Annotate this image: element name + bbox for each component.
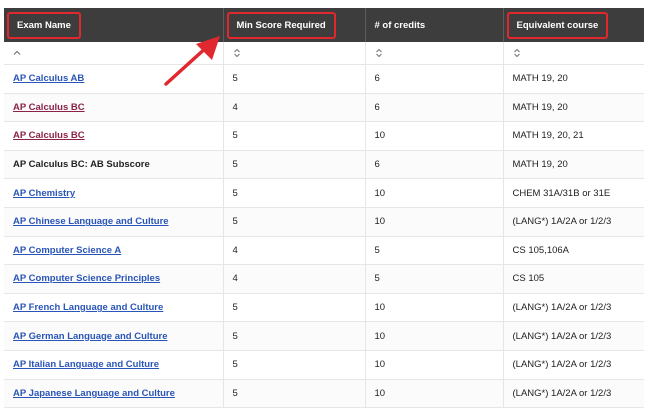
exam-link[interactable]: AP Chemistry <box>13 188 75 199</box>
cell-equivalent-course: MATH 19, 20 <box>503 93 644 123</box>
exam-credit-table: Exam Name Min Score Required # of credit… <box>4 8 644 409</box>
cell-exam-name: AP Calculus AB <box>4 64 224 94</box>
cell-credits: 5 <box>365 236 504 266</box>
header-highlight-box: Exam Name <box>7 11 81 39</box>
cell-min-score: 5 <box>223 207 366 237</box>
cell-exam-name: AP Computer Science A <box>4 236 224 266</box>
sort-controls-row <box>4 42 644 65</box>
exam-link[interactable]: AP Italian Language and Culture <box>13 359 159 370</box>
cell-exam-name: AP Chemistry <box>4 178 224 208</box>
cell-credits: 10 <box>365 207 504 237</box>
cell-exam-name: AP Japanese Language and Culture <box>4 379 224 409</box>
table-row: AP Japanese Language and Culture 5 10 (LANG… <box>4 379 644 409</box>
table-row: AP German Language and Culture 5 10 (LANG*)… <box>4 321 644 351</box>
column-header-exam-name[interactable]: Exam Name <box>4 8 224 42</box>
cell-exam-name: AP Calculus BC: AB Subscore <box>4 150 224 180</box>
column-header-credits[interactable]: # of credits <box>365 8 504 42</box>
exam-link[interactable]: AP French Language and Culture <box>13 302 163 313</box>
sort-control-credits[interactable] <box>365 42 504 65</box>
cell-credits: 6 <box>365 93 504 123</box>
page: Exam Name Min Score Required # of credit… <box>0 0 658 415</box>
table-row: AP Calculus BC: AB Subscore 5 6 MATH 19, 20 <box>4 150 644 180</box>
cell-credits: 10 <box>365 178 504 208</box>
cell-credits: 5 <box>365 264 504 294</box>
cell-min-score: 5 <box>223 64 366 94</box>
table-row: AP Italian Language and Culture 5 10 (LANG*… <box>4 350 644 380</box>
sort-control-min-score[interactable] <box>223 42 366 65</box>
exam-link[interactable]: AP Japanese Language and Culture <box>13 388 175 399</box>
cell-equivalent-course: CHEM 31A/31B or 31E <box>503 178 644 208</box>
exam-link[interactable]: AP Calculus AB <box>13 73 84 84</box>
cell-equivalent-course: MATH 19, 20 <box>503 150 644 180</box>
sort-ascending-icon[interactable] <box>12 48 22 58</box>
cell-credits: 10 <box>365 121 504 151</box>
cell-min-score: 5 <box>223 121 366 151</box>
sort-control-exam-name[interactable] <box>4 42 224 65</box>
cell-exam-name: AP Calculus BC <box>4 121 224 151</box>
cell-equivalent-course: MATH 19, 20 <box>503 64 644 94</box>
cell-equivalent-course: (LANG*) 1A/2A or 1/2/3 <box>503 321 644 351</box>
table-row: AP Chemistry 5 10 CHEM 31A/31B or 31E <box>4 178 644 208</box>
cell-equivalent-course: CS 105,106A <box>503 236 644 266</box>
table-row: AP Calculus AB 5 6 MATH 19, 20 <box>4 64 644 94</box>
sort-both-icon[interactable] <box>374 48 384 58</box>
table-header-row: Exam Name Min Score Required # of credit… <box>4 8 644 42</box>
sort-both-icon[interactable] <box>512 48 522 58</box>
column-header-label: Equivalent course <box>516 19 599 31</box>
cell-credits: 10 <box>365 293 504 323</box>
cell-equivalent-course: (LANG*) 1A/2A or 1/2/3 <box>503 293 644 323</box>
exam-name-text: AP Calculus BC: AB Subscore <box>13 159 150 171</box>
table-row: AP Calculus BC 4 6 MATH 19, 20 <box>4 93 644 123</box>
column-header-equivalent-course[interactable]: Equivalent course <box>503 8 644 42</box>
cell-min-score: 5 <box>223 321 366 351</box>
header-highlight-box: Equivalent course <box>506 11 609 39</box>
cell-min-score: 5 <box>223 293 366 323</box>
table-row: AP Calculus BC 5 10 MATH 19, 20, 21 <box>4 121 644 151</box>
exam-link[interactable]: AP Computer Science A <box>13 245 121 256</box>
cell-credits: 6 <box>365 64 504 94</box>
cell-min-score: 5 <box>223 379 366 409</box>
table-body: AP Calculus AB 5 6 MATH 19, 20 AP Calculus B… <box>4 64 644 409</box>
cell-credits: 6 <box>365 150 504 180</box>
sort-both-icon[interactable] <box>232 48 242 58</box>
cell-min-score: 4 <box>223 93 366 123</box>
cell-equivalent-course: MATH 19, 20, 21 <box>503 121 644 151</box>
cell-exam-name: AP Italian Language and Culture <box>4 350 224 380</box>
cell-min-score: 5 <box>223 178 366 208</box>
cell-equivalent-course: CS 105 <box>503 264 644 294</box>
sort-control-equivalent-course[interactable] <box>503 42 644 65</box>
cell-exam-name: AP Calculus BC <box>4 93 224 123</box>
cell-credits: 10 <box>365 379 504 409</box>
cell-exam-name: AP Chinese Language and Culture <box>4 207 224 237</box>
exam-link[interactable]: AP Calculus BC <box>13 102 85 113</box>
exam-link[interactable]: AP Computer Science Principles <box>13 273 160 284</box>
column-header-label: # of credits <box>374 19 426 31</box>
exam-link[interactable]: AP Calculus BC <box>13 130 85 141</box>
table-row: AP Chinese Language and Culture 5 10 (LANG*… <box>4 207 644 237</box>
cell-equivalent-course: (LANG*) 1A/2A or 1/2/3 <box>503 207 644 237</box>
table-row: AP Computer Science A 4 5 CS 105,106A <box>4 236 644 266</box>
cell-equivalent-course: (LANG*) 1A/2A or 1/2/3 <box>503 350 644 380</box>
cell-credits: 10 <box>365 321 504 351</box>
cell-min-score: 4 <box>223 264 366 294</box>
column-header-label: Exam Name <box>17 19 71 31</box>
cell-exam-name: AP French Language and Culture <box>4 293 224 323</box>
cell-equivalent-course: (LANG*) 1A/2A or 1/2/3 <box>503 379 644 409</box>
cell-min-score: 5 <box>223 350 366 380</box>
cell-exam-name: AP German Language and Culture <box>4 321 224 351</box>
exam-link[interactable]: AP German Language and Culture <box>13 331 168 342</box>
column-header-min-score[interactable]: Min Score Required <box>223 8 366 42</box>
cell-min-score: 5 <box>223 150 366 180</box>
table-row: AP Computer Science Principles 4 5 CS 105 <box>4 264 644 294</box>
cell-credits: 10 <box>365 350 504 380</box>
cell-exam-name: AP Computer Science Principles <box>4 264 224 294</box>
table-row: AP French Language and Culture 5 10 (LANG*)… <box>4 293 644 323</box>
header-highlight-box: Min Score Required <box>226 11 336 39</box>
exam-link[interactable]: AP Chinese Language and Culture <box>13 216 169 227</box>
cell-min-score: 4 <box>223 236 366 266</box>
column-header-label: Min Score Required <box>236 19 326 31</box>
